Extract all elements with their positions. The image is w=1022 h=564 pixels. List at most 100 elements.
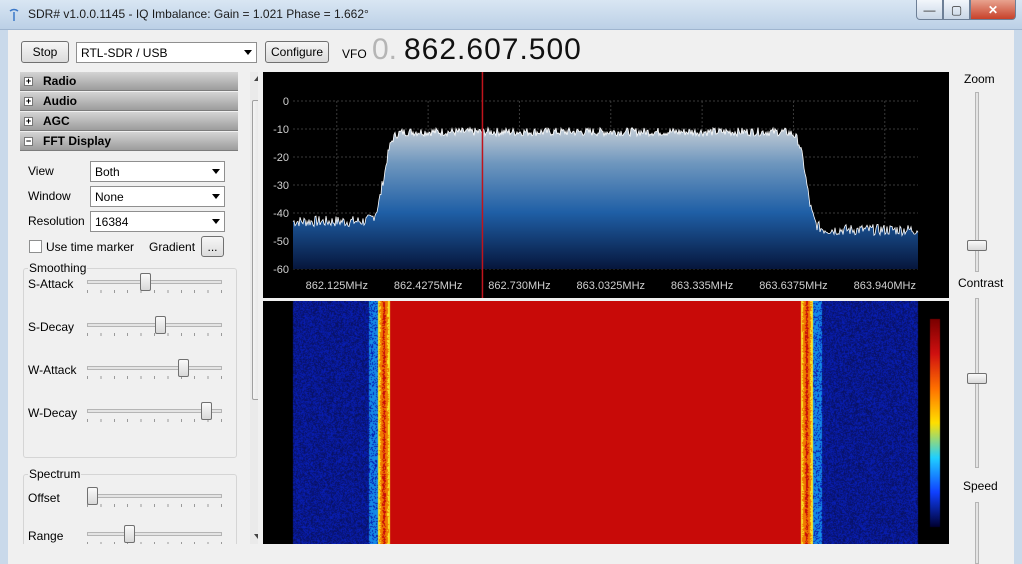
resolution-select[interactable]: 16384 — [90, 211, 225, 232]
section-fft-display[interactable]: − FFT Display — [20, 132, 238, 151]
speed-label: Speed — [963, 479, 998, 493]
section-radio[interactable]: + Radio — [20, 72, 238, 91]
s-attack-ticks — [87, 290, 222, 293]
range-slider[interactable]: Range — [20, 524, 240, 544]
w-decay-thumb[interactable] — [201, 402, 213, 420]
spectrum-area — [293, 127, 918, 269]
spectrum-display[interactable]: 0 -10 -20 -30 -40 -50 -60 862.125MHz 862.4275MHz… — [263, 72, 949, 298]
offset-track[interactable] — [87, 494, 222, 498]
x-tick-label: 862.125MHz — [306, 280, 368, 292]
y-tick-label: -60 — [273, 264, 289, 276]
view-select[interactable]: Both — [90, 161, 225, 182]
offset-thumb[interactable] — [87, 487, 98, 505]
w-attack-label: W-Attack — [28, 363, 77, 377]
scroll-up-icon[interactable] — [254, 76, 258, 81]
time-marker-checkbox[interactable] — [29, 240, 42, 253]
chevron-down-icon — [212, 169, 220, 174]
w-attack-slider[interactable]: W-Attack — [20, 358, 240, 382]
y-tick-label: -40 — [273, 208, 289, 220]
resolution-label: Resolution — [28, 214, 85, 228]
contrast-label: Contrast — [958, 276, 1004, 290]
w-decay-slider[interactable]: W-Decay — [20, 401, 240, 425]
gradient-button[interactable]: ... — [201, 236, 224, 257]
configure-button[interactable]: Configure — [265, 41, 329, 63]
time-marker-label: Use time marker — [46, 240, 135, 254]
waterfall-display[interactable] — [263, 301, 949, 544]
maximize-button[interactable]: ▢ — [943, 0, 970, 20]
s-attack-thumb[interactable] — [140, 273, 152, 291]
section-fft-label: FFT Display — [43, 134, 112, 148]
stop-button[interactable]: Stop — [21, 41, 69, 63]
y-tick-label: -30 — [273, 180, 289, 192]
x-tick-label: 863.335MHz — [671, 280, 733, 292]
window-select[interactable]: None — [90, 186, 225, 207]
scrollbar-thumb[interactable] — [252, 100, 258, 400]
spectrum-chart: 0 -10 -20 -30 -40 -50 -60 862.125MHz 862.4275MHz… — [273, 72, 919, 298]
section-radio-label: Radio — [43, 74, 77, 88]
s-attack-label: S-Attack — [28, 277, 74, 291]
device-select[interactable]: RTL-SDR / USB — [76, 42, 257, 63]
range-track[interactable] — [87, 532, 222, 536]
y-tick-label: -50 — [273, 236, 289, 248]
y-tick-label: -10 — [273, 124, 289, 136]
y-tick-label: -20 — [273, 152, 289, 164]
section-agc[interactable]: + AGC — [20, 112, 238, 131]
w-attack-track[interactable] — [87, 366, 222, 370]
title-bar: SDR# v1.0.0.1145 - IQ Imbalance: Gain = … — [0, 0, 1022, 30]
spectrum-title: Spectrum — [28, 467, 82, 481]
vfo-label: VFO — [342, 47, 367, 61]
s-attack-slider[interactable]: S-Attack — [20, 272, 240, 296]
s-attack-track[interactable] — [87, 280, 222, 284]
gradient-label: Gradient — [149, 240, 196, 254]
vfo-prefix: 0. — [372, 33, 398, 66]
offset-slider[interactable]: Offset — [20, 486, 240, 510]
zoom-slider-thumb[interactable] — [967, 240, 987, 251]
minimize-button[interactable]: — — [916, 0, 943, 20]
chevron-down-icon — [244, 50, 252, 55]
section-audio-label: Audio — [43, 94, 77, 108]
vfo-frequency[interactable]: 862.607.500 — [404, 33, 582, 67]
window-label: Window — [28, 189, 71, 203]
range-ticks — [87, 542, 222, 544]
chevron-down-icon — [212, 219, 220, 224]
w-decay-label: W-Decay — [28, 406, 78, 420]
s-decay-thumb[interactable] — [155, 316, 167, 334]
scroll-down-icon[interactable] — [254, 534, 258, 539]
close-button[interactable]: ✕ — [970, 0, 1016, 20]
expand-icon: + — [24, 95, 33, 106]
panel-scrollbar[interactable] — [250, 72, 258, 544]
w-attack-ticks — [87, 376, 222, 379]
offset-ticks — [87, 504, 222, 507]
section-audio[interactable]: + Audio — [20, 92, 238, 111]
control-panel: + Radio + Audio + AGC − FFT Display View… — [20, 72, 258, 544]
s-decay-label: S-Decay — [28, 320, 75, 334]
speed-track[interactable] — [975, 502, 979, 564]
x-tick-label: 863.940MHz — [854, 280, 916, 292]
range-thumb[interactable] — [124, 525, 136, 543]
zoom-label: Zoom — [964, 72, 995, 86]
device-select-value: RTL-SDR / USB — [81, 45, 168, 60]
view-select-value: Both — [95, 164, 120, 179]
x-tick-label: 862.4275MHz — [394, 280, 463, 292]
collapse-icon: − — [24, 135, 33, 146]
w-attack-thumb[interactable] — [177, 359, 189, 377]
expand-icon: + — [24, 115, 33, 126]
s-decay-slider[interactable]: S-Decay — [20, 315, 240, 339]
expand-icon: + — [24, 75, 33, 86]
y-tick-label: 0 — [283, 96, 289, 108]
offset-label: Offset — [28, 491, 60, 505]
window-title: SDR# v1.0.0.1145 - IQ Imbalance: Gain = … — [28, 7, 369, 21]
x-tick-label: 863.6375MHz — [759, 280, 828, 292]
contrast-slider-thumb[interactable] — [967, 373, 987, 384]
chevron-down-icon — [212, 194, 220, 199]
view-label: View — [28, 164, 54, 178]
x-tick-label: 863.0325MHz — [577, 280, 646, 292]
main-window: Stop RTL-SDR / USB Configure VFO 0. 862.… — [8, 30, 1014, 564]
resolution-select-value: 16384 — [95, 214, 129, 229]
range-label: Range — [28, 529, 64, 543]
s-decay-ticks — [87, 333, 222, 336]
section-agc-label: AGC — [43, 114, 70, 128]
waterfall-canvas — [263, 301, 949, 544]
x-tick-label: 862.730MHz — [488, 280, 550, 292]
app-icon — [9, 8, 19, 21]
